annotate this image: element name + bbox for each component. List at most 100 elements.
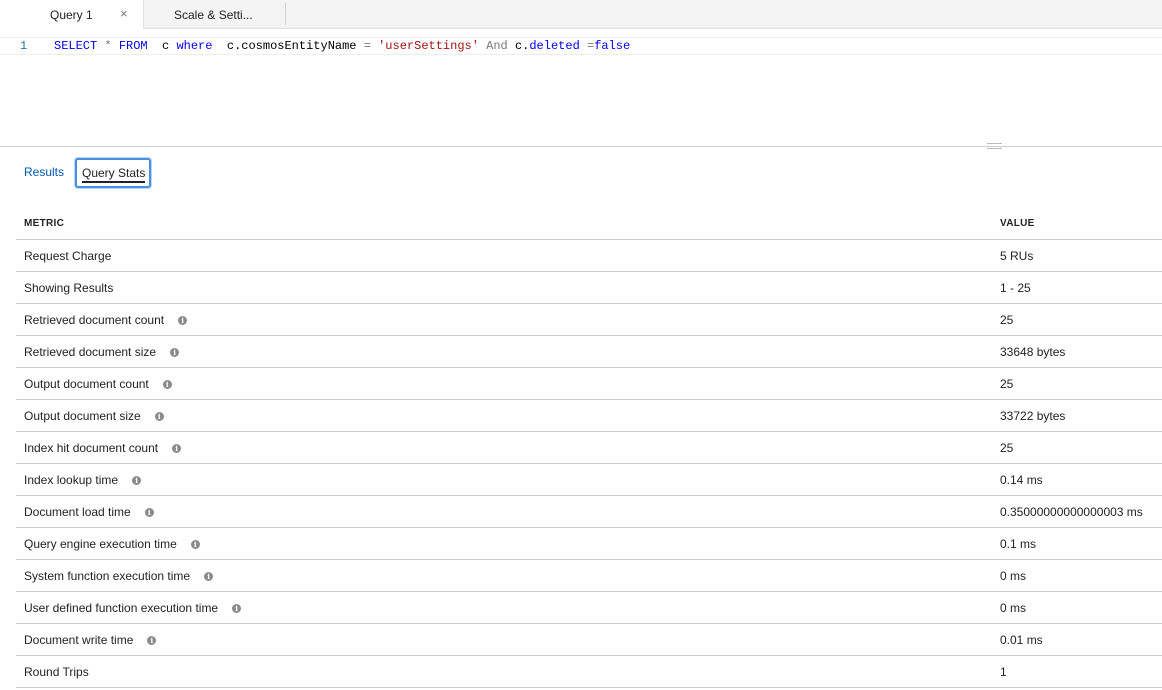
metric-name: Request Charge [24, 249, 111, 263]
metric-label: User defined function execution time [24, 601, 219, 615]
metric-name: Query engine execution time i [24, 537, 200, 551]
code-token: c. [514, 39, 530, 53]
table-row: Output document size i 33722 bytes [16, 400, 1162, 432]
metric-value: 25 [1000, 441, 1014, 455]
metric-name: Retrieved document count i [24, 313, 188, 327]
metric-label: Document load time [24, 505, 131, 519]
tab-query-1[interactable]: Query 1 × [0, 0, 144, 29]
code-token: c.cosmosEntityName [212, 39, 364, 53]
metric-label: Round Trips [24, 665, 89, 679]
metric-name: System function execution time i [24, 569, 214, 583]
info-icon[interactable]: i [170, 348, 180, 357]
result-tabs: Results Query Stats [0, 158, 400, 188]
code-token: 'userSettings' [378, 39, 479, 53]
metric-value: 0.35000000000000003 ms [1000, 505, 1143, 519]
splitter-grip-icon[interactable] [987, 143, 1002, 149]
table-row: Index lookup time i 0.14 ms [16, 464, 1162, 496]
metric-value: 33648 bytes [1000, 345, 1066, 359]
table-row: User defined function execution time i 0 m… [16, 592, 1162, 624]
metric-value: 1 - 25 [1000, 281, 1031, 295]
metric-name: Retrieved document size i [24, 345, 180, 359]
table-row: Output document count i 25 [16, 368, 1162, 400]
metric-label: System function execution time [24, 569, 191, 583]
metric-value: 0.14 ms [1000, 473, 1043, 487]
code-token: = [363, 39, 371, 53]
metric-label: Document write time [24, 633, 134, 647]
column-header-value: VALUE [1000, 218, 1035, 229]
info-icon[interactable]: i [132, 476, 142, 485]
info-icon[interactable]: i [172, 444, 182, 453]
metric-name: Showing Results [24, 281, 113, 295]
metric-value: 1 [1000, 665, 1007, 679]
info-icon[interactable]: i [162, 380, 172, 389]
document-tab-bar: Query 1 × Scale & Setti... [0, 0, 1162, 29]
table-row: Query engine execution time i 0.1 ms [16, 528, 1162, 560]
metric-name: Index hit document count i [24, 441, 182, 455]
code-token: And [478, 39, 515, 53]
tab-query-stats[interactable]: Query Stats [75, 158, 151, 188]
metric-label: Output document size [24, 409, 141, 423]
metric-label: Retrieved document size [24, 345, 157, 359]
tab-results[interactable]: Results [24, 165, 64, 179]
table-row: Retrieved document count i 25 [16, 304, 1162, 336]
table-row: System function execution time i 0 ms [16, 560, 1162, 592]
info-icon[interactable]: i [154, 412, 164, 421]
metric-name: Index lookup time i [24, 473, 142, 487]
metric-label: Index lookup time [24, 473, 119, 487]
query-stats-table: METRIC VALUE Request Charge 5 RUs Showing … [16, 207, 1162, 688]
metric-label: Request Charge [24, 249, 112, 263]
metric-value: 25 [1000, 313, 1014, 327]
code-token: where [176, 39, 213, 53]
info-icon[interactable]: i [147, 636, 157, 645]
metric-value: 25 [1000, 377, 1014, 391]
metric-name: Round Trips [24, 665, 89, 679]
info-icon[interactable]: i [144, 508, 154, 517]
line-number: 1 [20, 39, 28, 53]
table-row: Document load time i 0.35000000000000003 m… [16, 496, 1162, 528]
query-editor[interactable]: 1 SELECT * FROM c where c.cosmosEntityNa… [0, 29, 1162, 146]
code-token: false [594, 39, 631, 53]
tab-label: Query Stats [82, 166, 146, 183]
table-row: Round Trips 1 [16, 656, 1162, 688]
metric-label: Showing Results [24, 281, 114, 295]
info-icon[interactable]: i [232, 604, 242, 613]
metric-label: Retrieved document count [24, 313, 165, 327]
tab-label: Query 1 [50, 8, 93, 22]
table-row: Retrieved document size i 33648 bytes [16, 336, 1162, 368]
info-icon[interactable]: i [204, 572, 214, 581]
metric-value: 0 ms [1000, 569, 1027, 583]
metric-value: 0 ms [1000, 601, 1027, 615]
metric-value: 33722 bytes [1000, 409, 1066, 423]
metric-label: Output document count [24, 377, 149, 391]
tab-label: Scale & Setti... [174, 8, 253, 22]
code-token: * [97, 39, 119, 53]
info-icon[interactable]: i [178, 316, 188, 325]
table-body: Request Charge 5 RUs Showing Results 1 - 25… [16, 240, 1162, 688]
query-text[interactable]: SELECT * FROM c where c.cosmosEntityName… [54, 38, 630, 54]
metric-name: Document write time i [24, 633, 157, 647]
metric-value: 0.1 ms [1000, 537, 1037, 551]
metric-value: 5 RUs [1000, 249, 1034, 263]
editor-line[interactable]: 1 SELECT * FROM c where c.cosmosEntityNa… [0, 37, 1162, 55]
column-header-metric: METRIC [24, 218, 65, 229]
table-row: Showing Results 1 - 25 [16, 272, 1162, 304]
info-icon[interactable]: i [190, 540, 200, 549]
code-token: c [147, 39, 177, 53]
code-token: SELECT [54, 39, 98, 53]
metric-name: Document load time i [24, 505, 154, 519]
metric-label: Index hit document count [24, 441, 159, 455]
tab-scale-settings[interactable]: Scale & Setti... [145, 3, 286, 25]
table-row: Request Charge 5 RUs [16, 240, 1162, 272]
metric-name: Output document size i [24, 409, 164, 423]
code-token: = [579, 39, 595, 53]
metric-name: User defined function execution time i [24, 601, 242, 615]
table-header: METRIC VALUE [16, 207, 1162, 240]
close-icon[interactable]: × [120, 6, 128, 21]
code-token: FROM [118, 39, 148, 53]
metric-name: Output document count i [24, 377, 172, 391]
metric-value: 0.01 ms [1000, 633, 1043, 647]
table-row: Document write time i 0.01 ms [16, 624, 1162, 656]
metric-label: Query engine execution time [24, 537, 177, 551]
table-row: Index hit document count i 25 [16, 432, 1162, 464]
code-token: deleted [529, 39, 580, 53]
